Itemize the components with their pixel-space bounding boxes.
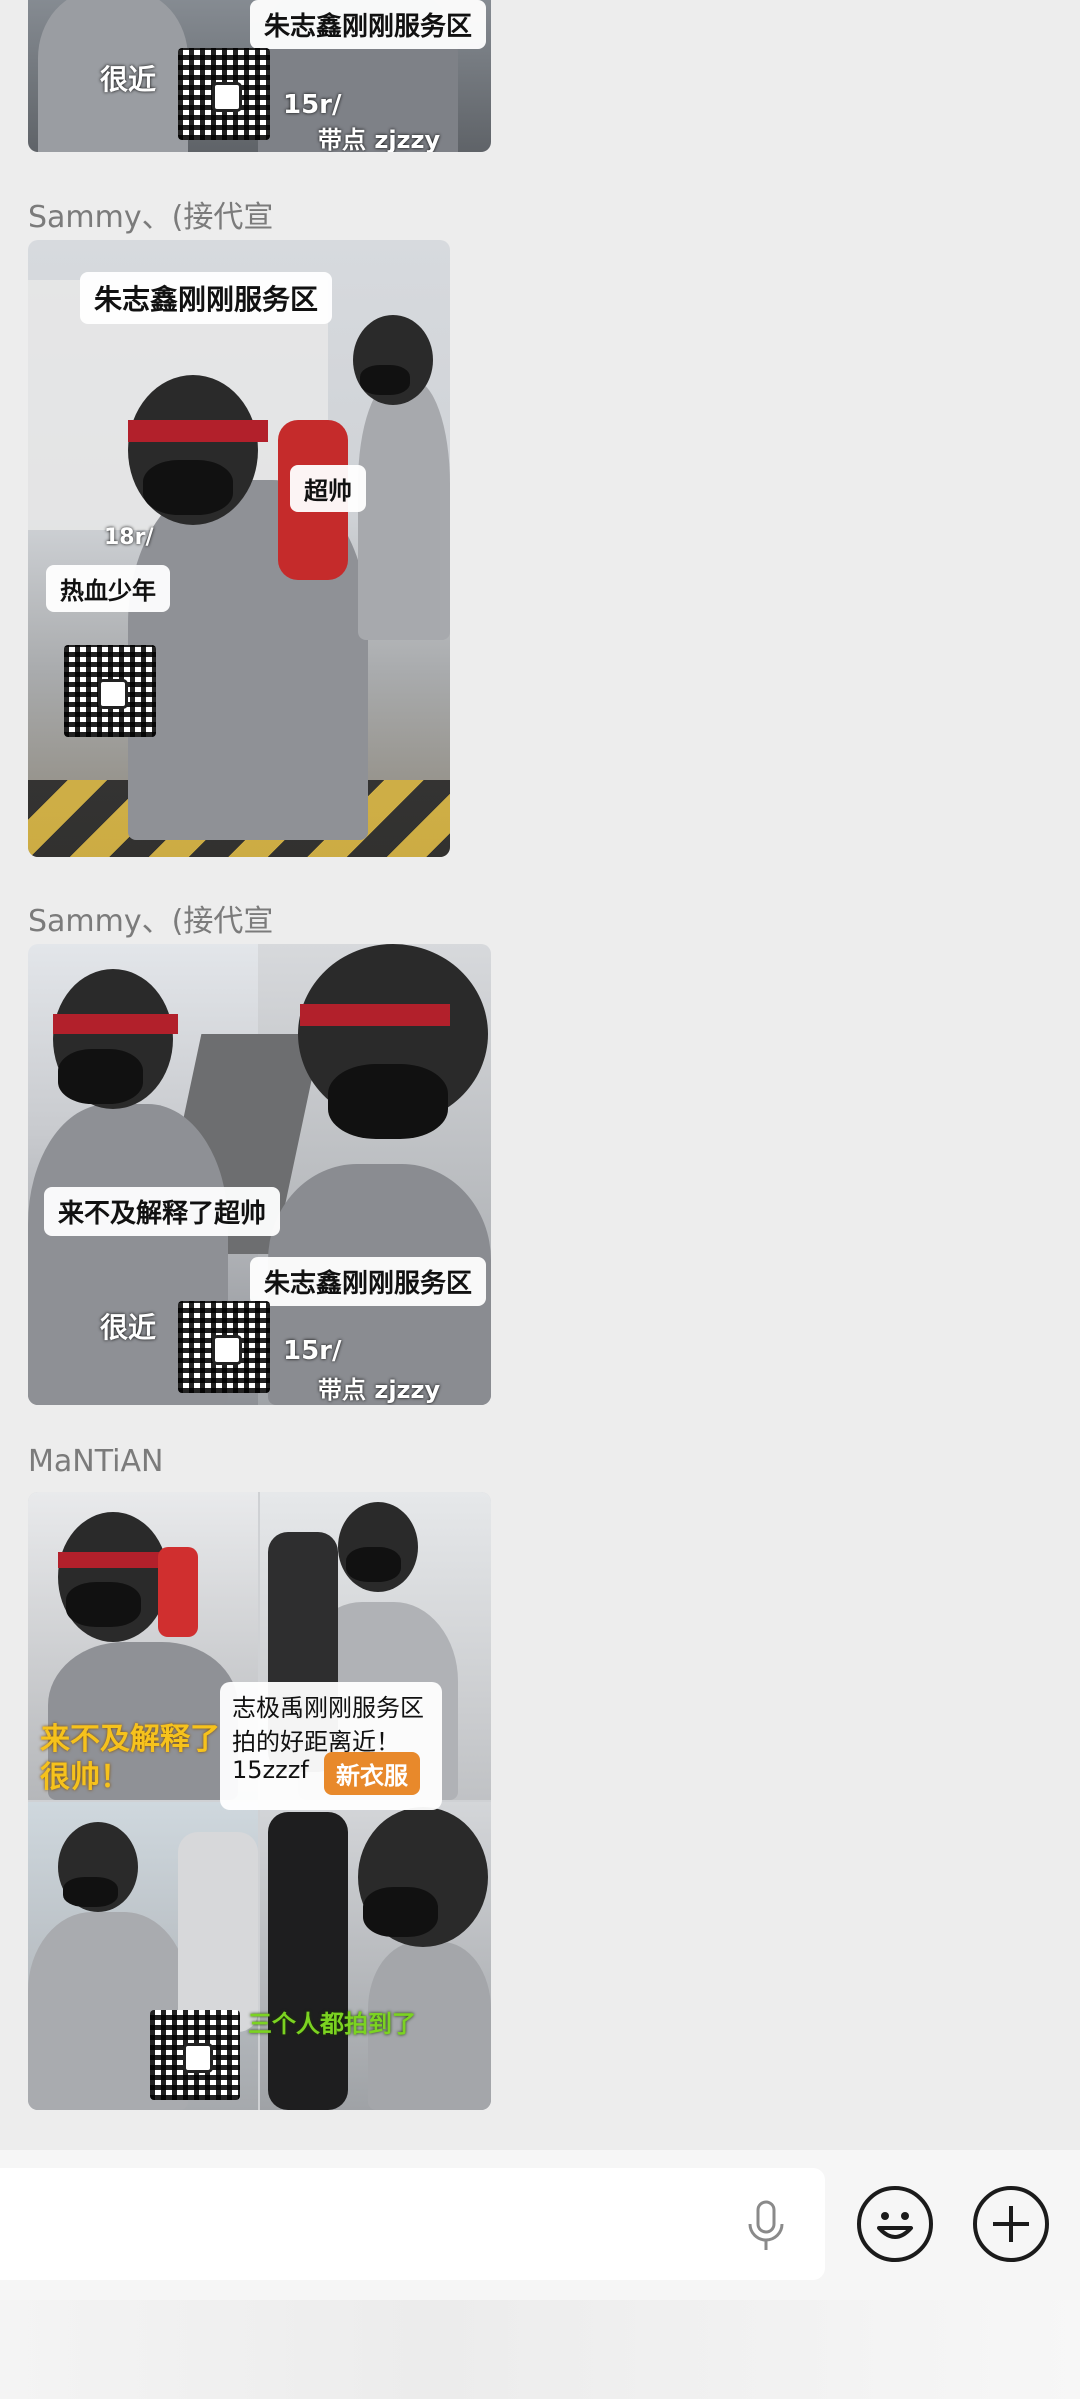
more-button[interactable] bbox=[973, 2186, 1049, 2262]
caption: 很帅！ bbox=[40, 1760, 130, 1795]
image-message-2[interactable]: 来不及解释了超帅 朱志鑫刚刚服务区 很近 15r/ 带点 zjzzy bbox=[28, 944, 491, 1405]
caption: 带点 zjzzy bbox=[318, 1376, 441, 1404]
orange-label: 新衣服 bbox=[324, 1752, 420, 1795]
smiley-face-icon bbox=[861, 2190, 929, 2263]
caption: 15r/ bbox=[283, 90, 342, 120]
caption: 朱志鑫刚刚服务区 bbox=[250, 0, 487, 49]
caption: 三个人都拍到了 bbox=[248, 2010, 416, 2038]
caption: 很近 bbox=[100, 63, 157, 96]
emoji-button[interactable] bbox=[857, 2186, 933, 2262]
caption: 15zzzf bbox=[232, 1756, 309, 1784]
caption: 带点 zjzzy bbox=[318, 126, 441, 152]
microphone-icon[interactable] bbox=[742, 2200, 790, 2254]
sender-name: Sammy、(接代宣 bbox=[28, 200, 274, 235]
qr-code bbox=[150, 2010, 240, 2100]
sender-name: Sammy、(接代宣 bbox=[28, 904, 274, 939]
plus-circle-icon bbox=[977, 2190, 1045, 2263]
qr-code bbox=[178, 1301, 270, 1393]
caption: 超帅 bbox=[290, 465, 366, 512]
caption: 很近 bbox=[100, 1311, 157, 1344]
caption: 志极禹刚刚服务区 bbox=[232, 1694, 424, 1722]
message-input[interactable] bbox=[0, 2168, 825, 2280]
image-message-3[interactable]: 来不及解释了 很帅！ 志极禹刚刚服务区 拍的好距离近！ 15zzzf 新衣服 三… bbox=[28, 1492, 491, 2110]
photo bbox=[28, 240, 450, 857]
caption: 15r/ bbox=[283, 1336, 342, 1366]
input-bar bbox=[0, 2150, 1080, 2300]
caption: 18r/ bbox=[104, 525, 154, 550]
qr-code bbox=[178, 48, 270, 140]
caption: 热血少年 bbox=[46, 565, 170, 612]
qr-code bbox=[64, 645, 156, 737]
image-message-1[interactable]: 朱志鑫刚刚服务区 超帅 18r/ 热血少年 bbox=[28, 240, 450, 857]
caption: 朱志鑫刚刚服务区 bbox=[250, 1257, 487, 1306]
caption: 朱志鑫刚刚服务区 bbox=[80, 272, 333, 324]
caption: 来不及解释了超帅 bbox=[44, 1187, 281, 1236]
sender-name: MaNTiAN bbox=[28, 1444, 164, 1479]
keyboard-area bbox=[0, 2300, 1080, 2399]
image-message-0[interactable]: 朱志鑫刚刚服务区 很近 15r/ 带点 zjzzy bbox=[28, 0, 491, 152]
chat-area: 朱志鑫刚刚服务区 很近 15r/ 带点 zjzzy Sammy、(接代宣 朱志鑫… bbox=[0, 0, 1080, 2150]
